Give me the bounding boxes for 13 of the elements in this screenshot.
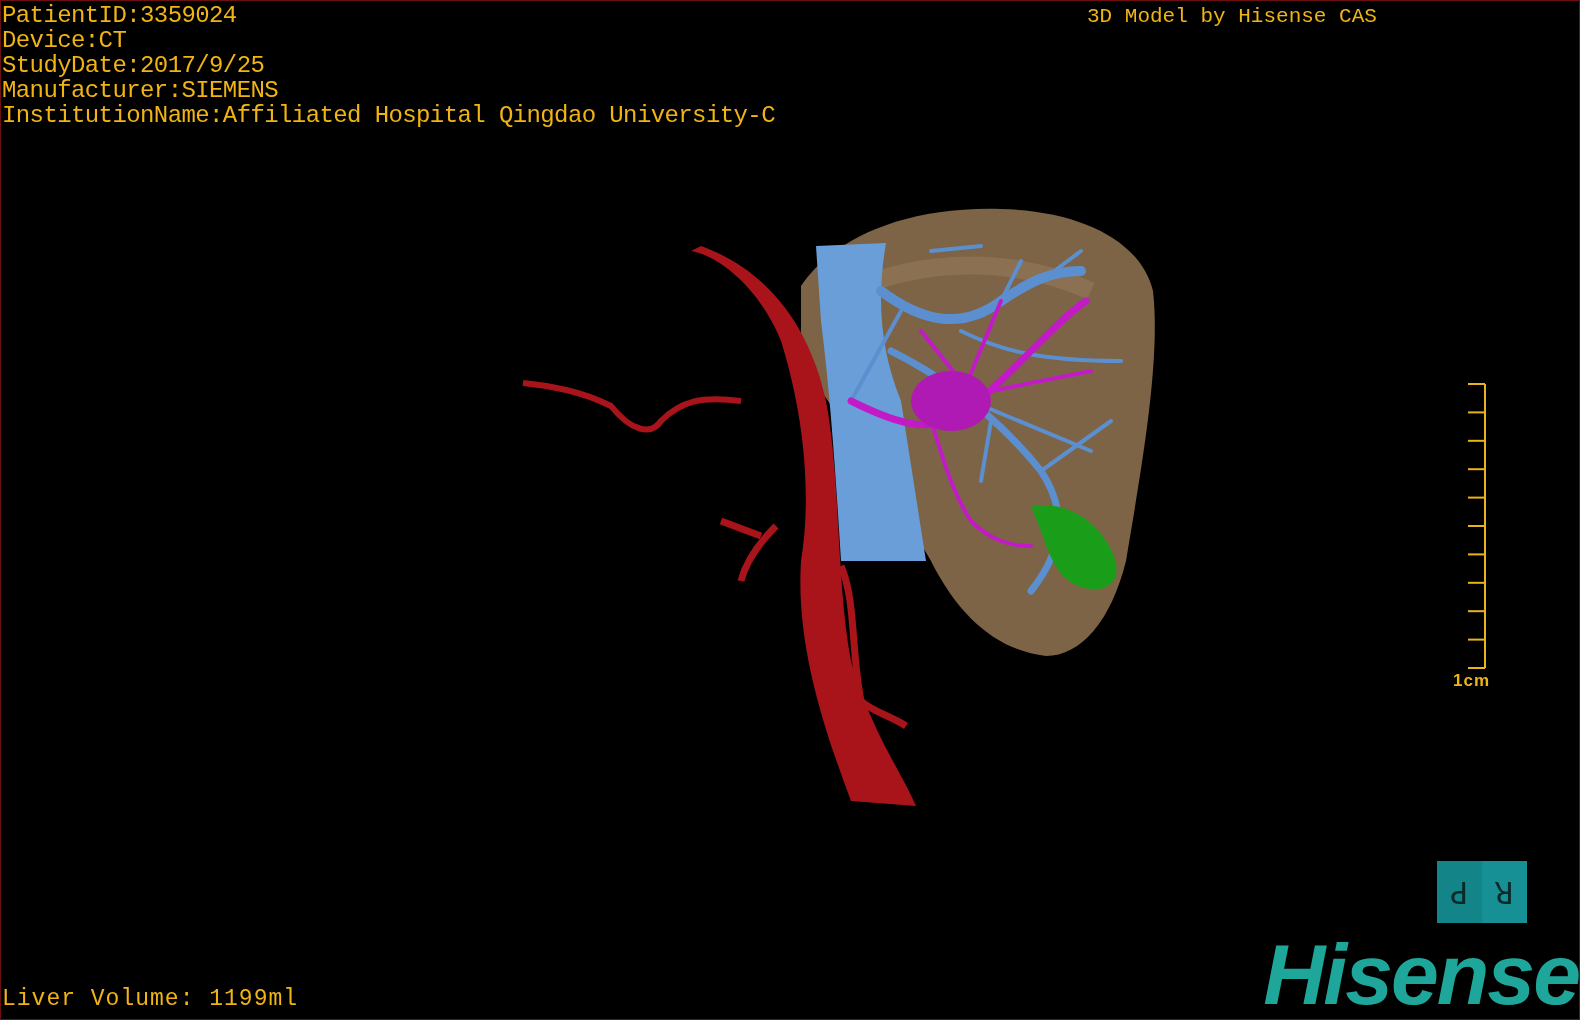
orientation-label: P [1437,861,1482,923]
scale-label: 1cm [1453,671,1491,691]
brand-logo: Hisense [1263,931,1579,1017]
model-title: 3D Model by Hisense CAS [1087,4,1377,30]
patient-info-text: StudyDate:2017/9/25 [2,53,266,78]
patient-info-text: InstitutionName:Affiliated Hospital Qingdao University-C [2,103,775,128]
orientation-cube[interactable]: P R [1437,861,1527,923]
orientation-label: R [1482,861,1527,923]
patient-info-text: Device:CT [2,28,128,53]
patient-info-text: PatientID:3359024 [2,3,238,28]
patient-info-text: Manufacturer:SIEMENS [2,78,280,103]
liver-volume-text: Liver Volume: 1199ml [2,985,299,1013]
scale-bar-icon [1466,383,1489,669]
